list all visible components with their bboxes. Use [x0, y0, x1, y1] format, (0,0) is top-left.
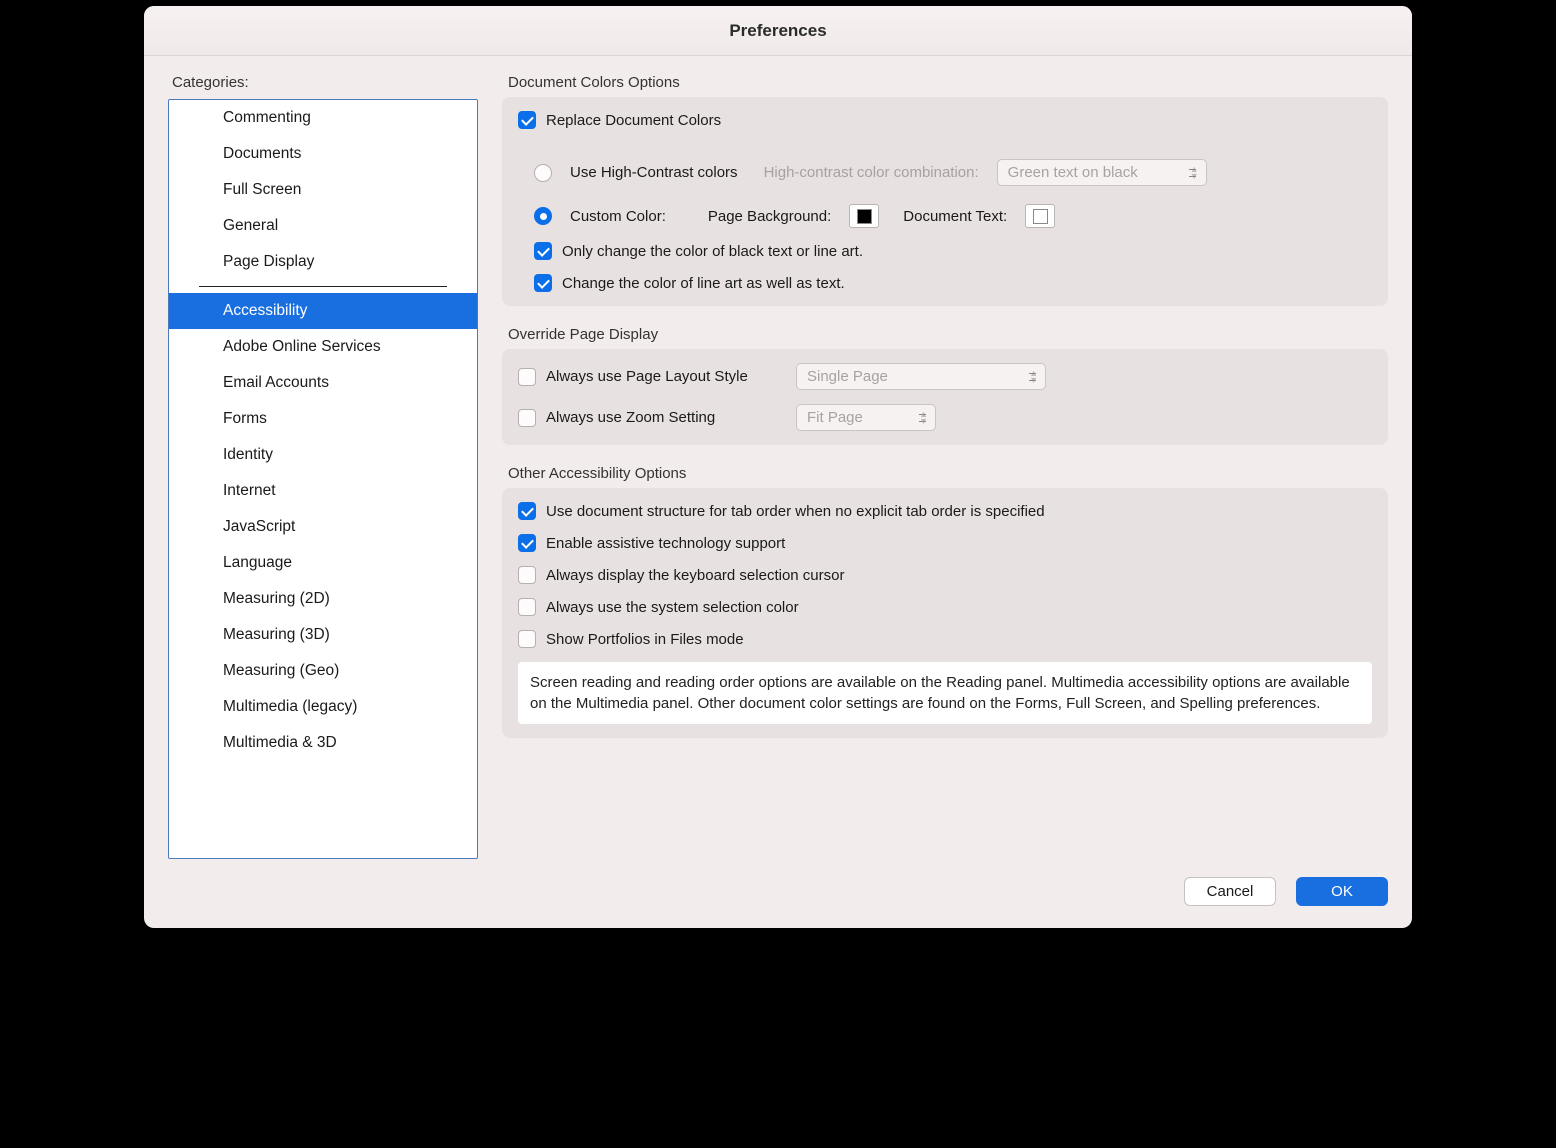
sidebar-item-measuring-3d-[interactable]: Measuring (3D)	[169, 617, 477, 653]
tab-order-label: Use document structure for tab order whe…	[546, 503, 1045, 520]
content-area: Categories: CommentingDocumentsFull Scre…	[144, 56, 1412, 859]
layout-style-value: Single Page	[807, 368, 888, 385]
tab-order-checkbox[interactable]	[518, 502, 536, 520]
document-text-swatch[interactable]	[1025, 204, 1055, 228]
high-contrast-combo-label: High-contrast color combination:	[764, 164, 979, 181]
page-background-label: Page Background:	[708, 208, 831, 225]
sidebar-item-javascript[interactable]: JavaScript	[169, 509, 477, 545]
sidebar-item-identity[interactable]: Identity	[169, 437, 477, 473]
sidebar-divider	[199, 286, 447, 287]
high-contrast-label: Use High-Contrast colors	[570, 164, 738, 181]
sidebar-item-commenting[interactable]: Commenting	[169, 100, 477, 136]
sidebar-item-multimedia-legacy-[interactable]: Multimedia (legacy)	[169, 689, 477, 725]
high-contrast-combo-dropdown[interactable]: Green text on black ▲▼	[997, 159, 1207, 186]
page-background-swatch[interactable]	[849, 204, 879, 228]
layout-style-dropdown[interactable]: Single Page ▲▼	[796, 363, 1046, 390]
always-layout-label: Always use Page Layout Style	[546, 368, 786, 385]
only-black-text-label: Only change the color of black text or l…	[562, 243, 863, 260]
panel-doc-colors: Replace Document Colors Use High-Contras…	[502, 97, 1388, 306]
window-title: Preferences	[729, 21, 826, 41]
swatch-color-black	[857, 209, 872, 224]
sidebar-heading: Categories:	[168, 74, 478, 91]
section-title-doc-colors: Document Colors Options	[508, 74, 1388, 91]
sidebar-item-internet[interactable]: Internet	[169, 473, 477, 509]
chevron-updown-icon: ▲▼	[1029, 370, 1038, 384]
main-pane: Document Colors Options Replace Document…	[502, 74, 1388, 859]
sidebar-item-measuring-2d-[interactable]: Measuring (2D)	[169, 581, 477, 617]
assistive-tech-label: Enable assistive technology support	[546, 535, 785, 552]
section-title-other: Other Accessibility Options	[508, 465, 1388, 482]
high-contrast-radio[interactable]	[534, 164, 552, 182]
system-selection-checkbox[interactable]	[518, 598, 536, 616]
always-zoom-checkbox[interactable]	[518, 409, 536, 427]
category-list[interactable]: CommentingDocumentsFull ScreenGeneralPag…	[168, 99, 478, 859]
always-zoom-label: Always use Zoom Setting	[546, 409, 786, 426]
sidebar-item-full-screen[interactable]: Full Screen	[169, 172, 477, 208]
section-title-override: Override Page Display	[508, 326, 1388, 343]
replace-doc-colors-checkbox[interactable]	[518, 111, 536, 129]
sidebar-item-multimedia-3d[interactable]: Multimedia & 3D	[169, 725, 477, 761]
sidebar-item-page-display[interactable]: Page Display	[169, 244, 477, 280]
sidebar-item-accessibility[interactable]: Accessibility	[169, 293, 477, 329]
sidebar-item-language[interactable]: Language	[169, 545, 477, 581]
custom-color-radio[interactable]	[534, 207, 552, 225]
chevron-updown-icon: ▲▼	[1190, 166, 1199, 180]
dialog-footer: Cancel OK	[144, 859, 1412, 928]
line-art-label: Change the color of line art as well as …	[562, 275, 845, 292]
sidebar-item-email-accounts[interactable]: Email Accounts	[169, 365, 477, 401]
sidebar-item-adobe-online-services[interactable]: Adobe Online Services	[169, 329, 477, 365]
swatch-color-white	[1033, 209, 1048, 224]
preferences-window: Preferences Categories: CommentingDocume…	[144, 6, 1412, 928]
ok-button[interactable]: OK	[1296, 877, 1388, 906]
sidebar: Categories: CommentingDocumentsFull Scre…	[168, 74, 478, 859]
portfolios-files-checkbox[interactable]	[518, 630, 536, 648]
high-contrast-combo-value: Green text on black	[1008, 164, 1138, 181]
zoom-setting-dropdown[interactable]: Fit Page ▲▼	[796, 404, 936, 431]
keyboard-cursor-label: Always display the keyboard selection cu…	[546, 567, 844, 584]
document-text-label: Document Text:	[903, 208, 1007, 225]
only-black-text-checkbox[interactable]	[534, 242, 552, 260]
replace-doc-colors-label: Replace Document Colors	[546, 112, 721, 129]
sidebar-item-documents[interactable]: Documents	[169, 136, 477, 172]
keyboard-cursor-checkbox[interactable]	[518, 566, 536, 584]
info-text: Screen reading and reading order options…	[518, 662, 1372, 724]
cancel-button[interactable]: Cancel	[1184, 877, 1276, 906]
sidebar-item-general[interactable]: General	[169, 208, 477, 244]
chevron-updown-icon: ▲▼	[919, 411, 928, 425]
zoom-setting-value: Fit Page	[807, 409, 863, 426]
sidebar-item-measuring-geo-[interactable]: Measuring (Geo)	[169, 653, 477, 689]
sidebar-item-forms[interactable]: Forms	[169, 401, 477, 437]
portfolios-files-label: Show Portfolios in Files mode	[546, 631, 744, 648]
titlebar: Preferences	[144, 6, 1412, 56]
custom-color-label: Custom Color:	[570, 208, 666, 225]
panel-other: Use document structure for tab order whe…	[502, 488, 1388, 738]
line-art-checkbox[interactable]	[534, 274, 552, 292]
panel-override: Always use Page Layout Style Single Page…	[502, 349, 1388, 445]
assistive-tech-checkbox[interactable]	[518, 534, 536, 552]
always-layout-checkbox[interactable]	[518, 368, 536, 386]
system-selection-label: Always use the system selection color	[546, 599, 799, 616]
